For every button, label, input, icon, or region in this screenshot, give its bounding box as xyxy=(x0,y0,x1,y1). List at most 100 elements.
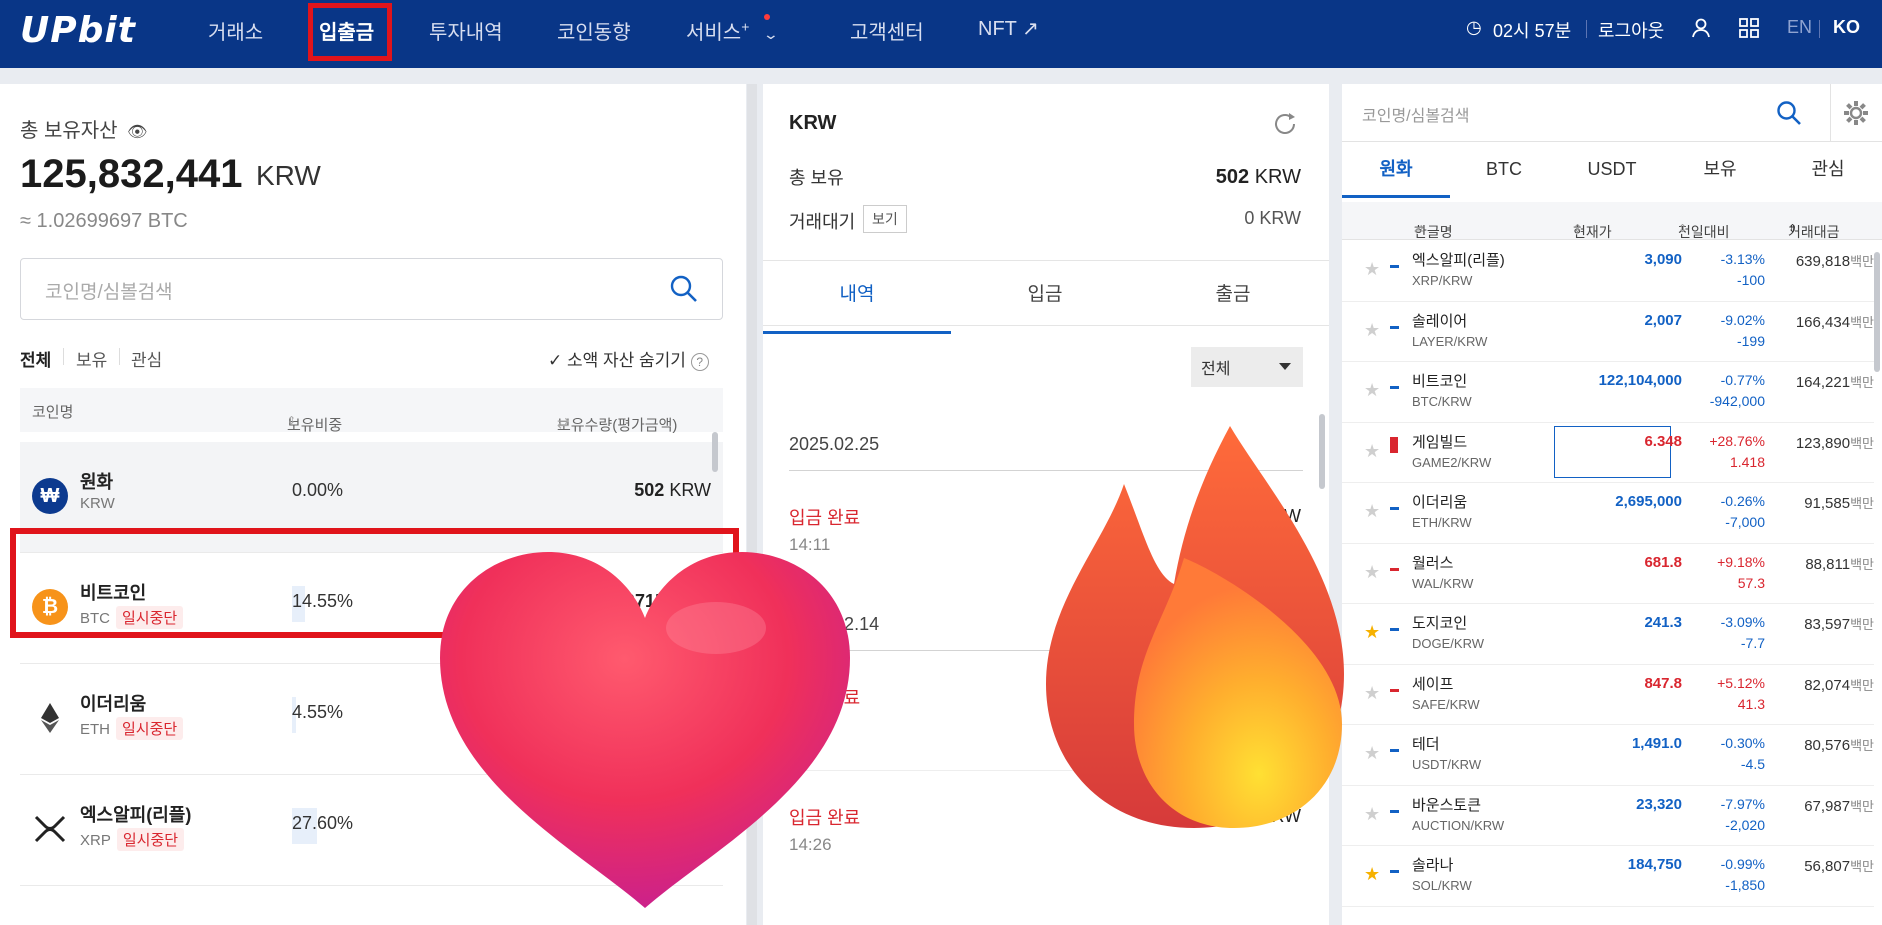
star-icon[interactable]: ★ xyxy=(1364,320,1380,341)
star-icon[interactable]: ★ xyxy=(1364,259,1380,280)
total-holding-amount: 502 xyxy=(1215,166,1250,188)
history-filter-select[interactable]: 전체 xyxy=(1191,347,1303,387)
asset-amount-value: 502 xyxy=(634,480,665,500)
star-icon[interactable]: ★ xyxy=(1364,562,1380,583)
user-icon[interactable] xyxy=(1690,17,1712,45)
asset-search-input[interactable]: 코인명/심볼검색 xyxy=(20,258,723,320)
filter-tab-holdings[interactable]: 보유 xyxy=(76,346,107,371)
search-icon[interactable] xyxy=(669,274,699,304)
logout-button[interactable]: 로그아웃 xyxy=(1598,17,1664,43)
gear-icon[interactable] xyxy=(1842,99,1870,127)
eye-icon[interactable]: 👁 xyxy=(127,124,147,141)
star-icon[interactable]: ★ xyxy=(1364,501,1380,522)
coin-change-abs: -2,020 xyxy=(1725,816,1765,833)
hide-small-assets-toggle[interactable]: ✓ 소액 자산 숨기기 ? xyxy=(548,346,709,371)
mini-candle-icon xyxy=(1390,809,1399,813)
volume-unit: 백만 xyxy=(1850,859,1874,874)
coin-volume: 88,811백만 xyxy=(1805,554,1874,573)
coin-name: 이더리움 xyxy=(1412,494,1468,511)
view-pending-button[interactable]: 보기 xyxy=(863,205,907,233)
volume-unit: 백만 xyxy=(1850,254,1874,269)
coin-change-abs: -7,000 xyxy=(1725,514,1765,530)
pending-label: 거래대기 xyxy=(789,212,856,232)
market-row[interactable]: ★ 도지코인 DOGE/KRW 241.3 -3.09% -7.7 83,597백만 xyxy=(1342,604,1874,665)
coin-change-abs: -942,000 xyxy=(1709,393,1765,409)
market-row[interactable]: ★ 테더 USDT/KRW 1,491.0 -0.30% -4.5 80,576백만 xyxy=(1342,725,1874,786)
market-row[interactable]: ★ 이더리움 ETH/KRW 2,695,000 -0.26% -7,000 91,585백… xyxy=(1342,483,1874,544)
chevron-down-icon: ⌄ xyxy=(762,26,780,42)
market-row[interactable]: ★ 솔레이어 LAYER/KRW 2,007 -9.02% -199 166,434백만 xyxy=(1342,302,1874,362)
market-scrollbar[interactable] xyxy=(1874,252,1880,372)
search-icon[interactable] xyxy=(1776,100,1802,126)
coin-pair: SAFE/KRW xyxy=(1412,696,1480,712)
mini-candle-icon xyxy=(1390,265,1399,268)
refresh-icon[interactable] xyxy=(1271,110,1299,138)
nav-support[interactable]: 고객센터 xyxy=(850,16,924,45)
star-icon[interactable]: ★ xyxy=(1364,743,1380,764)
grid-menu-icon[interactable] xyxy=(1738,17,1760,44)
star-icon[interactable]: ★ xyxy=(1364,864,1380,885)
coin-volume: 91,585백만 xyxy=(1804,493,1874,512)
swap-icon: ⇄ xyxy=(1414,222,1425,236)
coin-change-abs: -4.5 xyxy=(1740,756,1765,772)
market-tab-usdt[interactable]: USDT xyxy=(1558,142,1666,198)
coin-volume: 639,818백만 xyxy=(1796,251,1874,270)
nav-services[interactable]: 서비스+ ⌄ xyxy=(686,16,780,45)
star-icon[interactable]: ★ xyxy=(1364,441,1380,462)
help-icon[interactable]: ? xyxy=(690,353,709,371)
tab-divider xyxy=(63,348,64,365)
caret-down-icon xyxy=(1279,363,1291,370)
divider xyxy=(1830,84,1831,141)
star-icon[interactable]: ★ xyxy=(1364,683,1380,704)
star-icon[interactable]: ★ xyxy=(1364,622,1380,643)
market-row[interactable]: ★ 바운스토큰 AUCTION/KRW 23,320 -7.97% -2,020 67,98… xyxy=(1342,786,1874,846)
market-row[interactable]: ★ 엑스알피(리플) XRP/KRW 3,090 -3.13% -100 639,818백만 xyxy=(1342,241,1874,302)
won-icon: ₩ xyxy=(32,478,68,514)
coin-volume: 56,807백만 xyxy=(1804,856,1874,875)
asset-name: 이더리움 xyxy=(80,694,147,714)
star-icon[interactable]: ★ xyxy=(1364,380,1380,401)
pending-value: 0 KRW xyxy=(1244,208,1301,228)
sort-icon: ⇕ xyxy=(1788,223,1798,235)
coin-pair: DOGE/KRW xyxy=(1412,636,1484,651)
coin-price: 681.8 xyxy=(1644,553,1682,571)
nav-coin-trends[interactable]: 코인동향 xyxy=(557,16,631,45)
mini-candle-icon xyxy=(1390,436,1398,453)
volume-unit: 백만 xyxy=(1850,435,1874,451)
coin-volume-value: 56,807 xyxy=(1804,858,1851,875)
mini-candle-icon xyxy=(1390,688,1399,692)
asset-scrollbar[interactable] xyxy=(712,432,718,472)
market-tab-favorites[interactable]: 관심 xyxy=(1774,142,1882,198)
plus-icon: + xyxy=(741,18,750,35)
nav-exchange[interactable]: 거래소 xyxy=(208,16,263,45)
market-row[interactable]: ★ 세이프 SAFE/KRW 847.8 +5.12% 41.3 82,074백만 xyxy=(1342,665,1874,725)
col-holding-amount-label: 보유수량(평가금액) xyxy=(557,417,678,434)
filter-tab-all[interactable]: 전체 xyxy=(20,346,51,371)
coin-price: 847.8 xyxy=(1644,674,1682,692)
nav-investments[interactable]: 투자내역 xyxy=(429,16,503,45)
coin-change-abs: -7.7 xyxy=(1740,635,1765,651)
coin-name: 월러스 xyxy=(1412,554,1454,572)
history-date: 2025.02.25 xyxy=(789,434,880,454)
nav-nft[interactable]: NFT ↗ xyxy=(978,16,1039,41)
lang-en-button[interactable]: EN xyxy=(1787,17,1812,38)
mini-candle-icon xyxy=(1390,386,1399,389)
market-row[interactable]: ★ 월러스 WAL/KRW 681.8 +9.18% 57.3 88,811백만 xyxy=(1342,544,1874,604)
upbit-logo[interactable]: UPbit xyxy=(20,10,136,51)
market-row[interactable]: ★ 게임빌드 GAME2/KRW 6.348 +28.76% 1.418 123,890백만 xyxy=(1342,423,1874,483)
upbit-page: UPbit 거래소 입출금 투자내역 코인동향 서비스+ ⌄ 고객센터 NFT … xyxy=(0,0,1882,925)
coin-pair: GAME2/KRW xyxy=(1412,454,1492,470)
coin-volume-value: 80,576 xyxy=(1804,737,1851,754)
volume-unit: 백만 xyxy=(1850,798,1874,814)
filter-tab-favorites[interactable]: 관심 xyxy=(131,346,162,371)
market-tab-holdings[interactable]: 보유 xyxy=(1666,142,1774,198)
market-row[interactable]: ★ 비트코인 BTC/KRW 122,104,000 -0.77% -942,000 164… xyxy=(1342,362,1874,423)
market-tab-krw[interactable]: 원화 xyxy=(1342,142,1450,198)
market-row[interactable]: ★ 솔라나 SOL/KRW 184,750 -0.99% -1,850 56,807백만 xyxy=(1342,846,1874,907)
coin-change-pct: +28.76% xyxy=(1709,432,1765,449)
ethereum-icon xyxy=(32,700,68,736)
market-tab-btc[interactable]: BTC xyxy=(1450,142,1558,198)
star-icon[interactable]: ★ xyxy=(1364,804,1380,825)
lang-ko-button[interactable]: KO xyxy=(1833,17,1860,38)
market-search-input[interactable]: 코인명/심볼검색 xyxy=(1362,102,1470,126)
